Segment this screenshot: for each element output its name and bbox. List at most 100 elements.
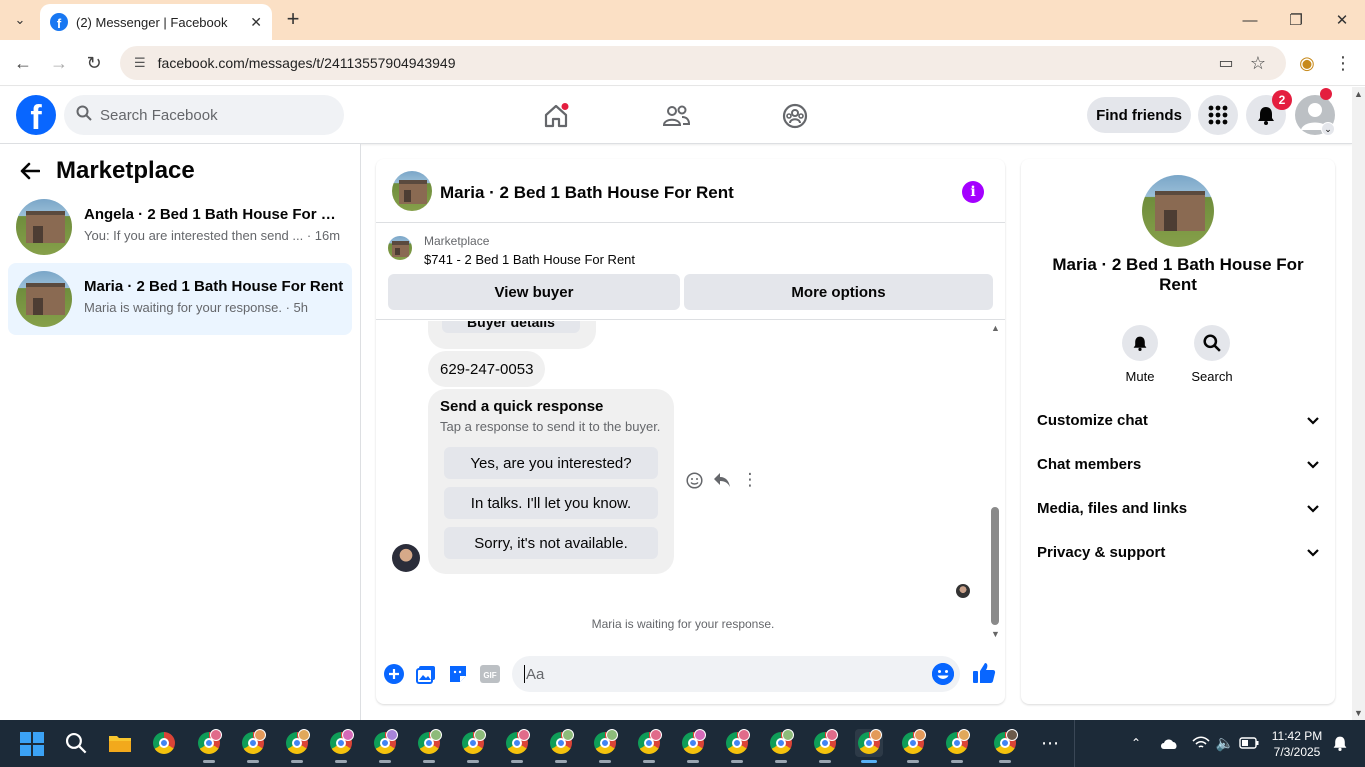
search-icon[interactable] [62, 729, 90, 757]
chrome-profile-icon[interactable] [635, 729, 663, 763]
reply-arrow-icon[interactable] [711, 469, 733, 491]
chrome-profile-icon[interactable] [767, 729, 795, 763]
system-clock[interactable]: 11:42 PM 7/3/2025 [1268, 728, 1326, 760]
sticker-icon[interactable] [447, 663, 469, 685]
media-files-links-row[interactable]: Media, files and links [1037, 488, 1319, 528]
sender-avatar[interactable] [392, 544, 420, 572]
add-plus-icon[interactable] [383, 663, 405, 685]
chrome-profile-icon[interactable] [195, 729, 223, 763]
conversation-item[interactable]: Angela · 2 Bed 1 Bath House For Rent You… [8, 191, 352, 263]
customize-chat-row[interactable]: Customize chat [1037, 400, 1319, 440]
facebook-logo[interactable]: f [16, 95, 56, 135]
restore-icon[interactable]: ❐ [1273, 0, 1319, 40]
message-scrollbar[interactable]: ▲ ▼ [990, 321, 1000, 641]
section-label: Chat members [1037, 455, 1142, 473]
chat-title[interactable]: Maria · 2 Bed 1 Bath House For Rent [440, 183, 734, 203]
bookmark-star-icon[interactable]: ☆ [1243, 48, 1273, 78]
thumbs-up-icon[interactable] [972, 661, 996, 685]
browser-menu-icon[interactable]: ⋮ [1328, 48, 1358, 78]
site-info-icon[interactable]: ☰ [134, 55, 146, 71]
scroll-up-icon[interactable]: ▲ [1354, 89, 1363, 99]
message-input[interactable]: Aa [512, 656, 960, 692]
info-icon[interactable]: i [962, 181, 984, 203]
chrome-profile-icon[interactable] [459, 729, 487, 763]
view-buyer-button[interactable]: View buyer [388, 274, 680, 310]
chrome-profile-icon[interactable] [371, 729, 399, 763]
install-app-icon[interactable]: ▭ [1211, 48, 1241, 78]
friends-icon[interactable] [659, 99, 693, 133]
forward-arrow-icon[interactable]: → [44, 48, 74, 78]
listing-photo[interactable] [1142, 175, 1214, 247]
chrome-profile-icon[interactable] [679, 729, 707, 763]
chrome-profile-icon[interactable] [991, 729, 1019, 763]
more-options-button[interactable]: More options [684, 274, 993, 310]
scroll-down-icon[interactable]: ▼ [1354, 708, 1363, 718]
buyer-details-button[interactable]: Buyer details [442, 321, 580, 333]
page-scrollbar[interactable]: ▲ ▼ [1352, 87, 1365, 720]
react-smiley-icon[interactable] [683, 469, 705, 491]
mute-button[interactable]: Mute [1110, 325, 1170, 384]
message-list[interactable]: Buyer details 629-247-0053 Send a quick … [376, 321, 1005, 641]
reload-icon[interactable]: ↻ [79, 48, 109, 78]
chrome-profile-icon[interactable] [943, 729, 971, 763]
quick-response-button[interactable]: Yes, are you interested? [444, 447, 658, 479]
more-apps-icon[interactable]: ⋯ [1036, 729, 1064, 757]
browser-toolbar: ← → ↻ ☰ facebook.com/messages/t/24113557… [0, 40, 1365, 86]
quick-response-button[interactable]: In talks. I'll let you know. [444, 487, 658, 519]
conversation-item-active[interactable]: Maria · 2 Bed 1 Bath House For Rent Mari… [8, 263, 352, 335]
home-icon[interactable] [539, 99, 573, 133]
battery-icon[interactable] [1235, 729, 1263, 757]
chrome-profile-icon[interactable] [239, 729, 267, 763]
privacy-support-row[interactable]: Privacy & support [1037, 532, 1319, 572]
quick-response-button[interactable]: Sorry, it's not available. [444, 527, 658, 559]
chat-thumbnail[interactable] [392, 171, 432, 211]
chrome-profile-icon[interactable] [283, 729, 311, 763]
account-chevron-icon[interactable]: ⌄ [1321, 122, 1335, 136]
sidebar-title: Marketplace [56, 157, 195, 184]
chrome-profile-icon-active[interactable] [855, 729, 883, 763]
message-more-icon[interactable]: ⋮ [739, 469, 761, 491]
notification-center-icon[interactable] [1326, 729, 1354, 757]
back-arrow-icon[interactable] [20, 160, 41, 186]
tab-close-icon[interactable]: ✕ [250, 14, 262, 31]
chrome-profile-icon[interactable] [899, 729, 927, 763]
chrome-profile-icon[interactable] [503, 729, 531, 763]
facebook-search-input[interactable]: Search Facebook [64, 95, 344, 135]
scrollbar-thumb[interactable] [991, 507, 999, 625]
emoji-smiley-icon[interactable] [932, 663, 954, 685]
browser-tab[interactable]: f (2) Messenger | Facebook ✕ [40, 4, 272, 40]
chrome-profile-icon[interactable] [591, 729, 619, 763]
file-explorer-icon[interactable] [106, 729, 134, 757]
chrome-icon[interactable] [150, 729, 178, 757]
show-hidden-icons-chevron[interactable]: ⌃ [1122, 729, 1150, 757]
profile-icon[interactable]: ◉ [1292, 48, 1322, 78]
chat-members-row[interactable]: Chat members [1037, 444, 1319, 484]
address-bar[interactable]: ☰ facebook.com/messages/t/24113557904943… [120, 46, 1286, 80]
search-placeholder: Search Facebook [100, 106, 218, 124]
gif-icon[interactable]: GIF [479, 663, 501, 685]
chrome-profile-icon[interactable] [723, 729, 751, 763]
listing-thumbnail [388, 236, 412, 260]
attach-photo-icon[interactable] [415, 663, 437, 685]
tab-title: (2) Messenger | Facebook [76, 14, 228, 30]
notification-count-badge: 2 [1272, 90, 1292, 110]
listing-title[interactable]: $741 - 2 Bed 1 Bath House For Rent [424, 252, 635, 267]
tab-search-chevron-icon[interactable]: ⌄ [6, 6, 34, 34]
window-close-icon[interactable]: ✕ [1319, 0, 1365, 40]
search-in-chat-button[interactable]: Search [1182, 325, 1242, 384]
find-friends-button[interactable]: Find friends [1087, 97, 1191, 133]
scroll-down-icon[interactable]: ▼ [991, 629, 1000, 639]
new-tab-plus-icon[interactable]: + [280, 6, 306, 32]
onedrive-cloud-icon[interactable] [1155, 729, 1183, 757]
menu-grid-icon[interactable] [1198, 95, 1238, 135]
groups-icon[interactable] [778, 99, 812, 133]
section-label: Privacy & support [1037, 543, 1166, 561]
chrome-profile-icon[interactable] [327, 729, 355, 763]
chrome-profile-icon[interactable] [811, 729, 839, 763]
windows-start-icon[interactable] [20, 732, 44, 756]
chrome-profile-icon[interactable] [415, 729, 443, 763]
chrome-profile-icon[interactable] [547, 729, 575, 763]
back-arrow-icon[interactable]: ← [8, 48, 38, 78]
minimize-icon[interactable]: — [1227, 0, 1273, 40]
scroll-up-icon[interactable]: ▲ [991, 323, 1000, 333]
